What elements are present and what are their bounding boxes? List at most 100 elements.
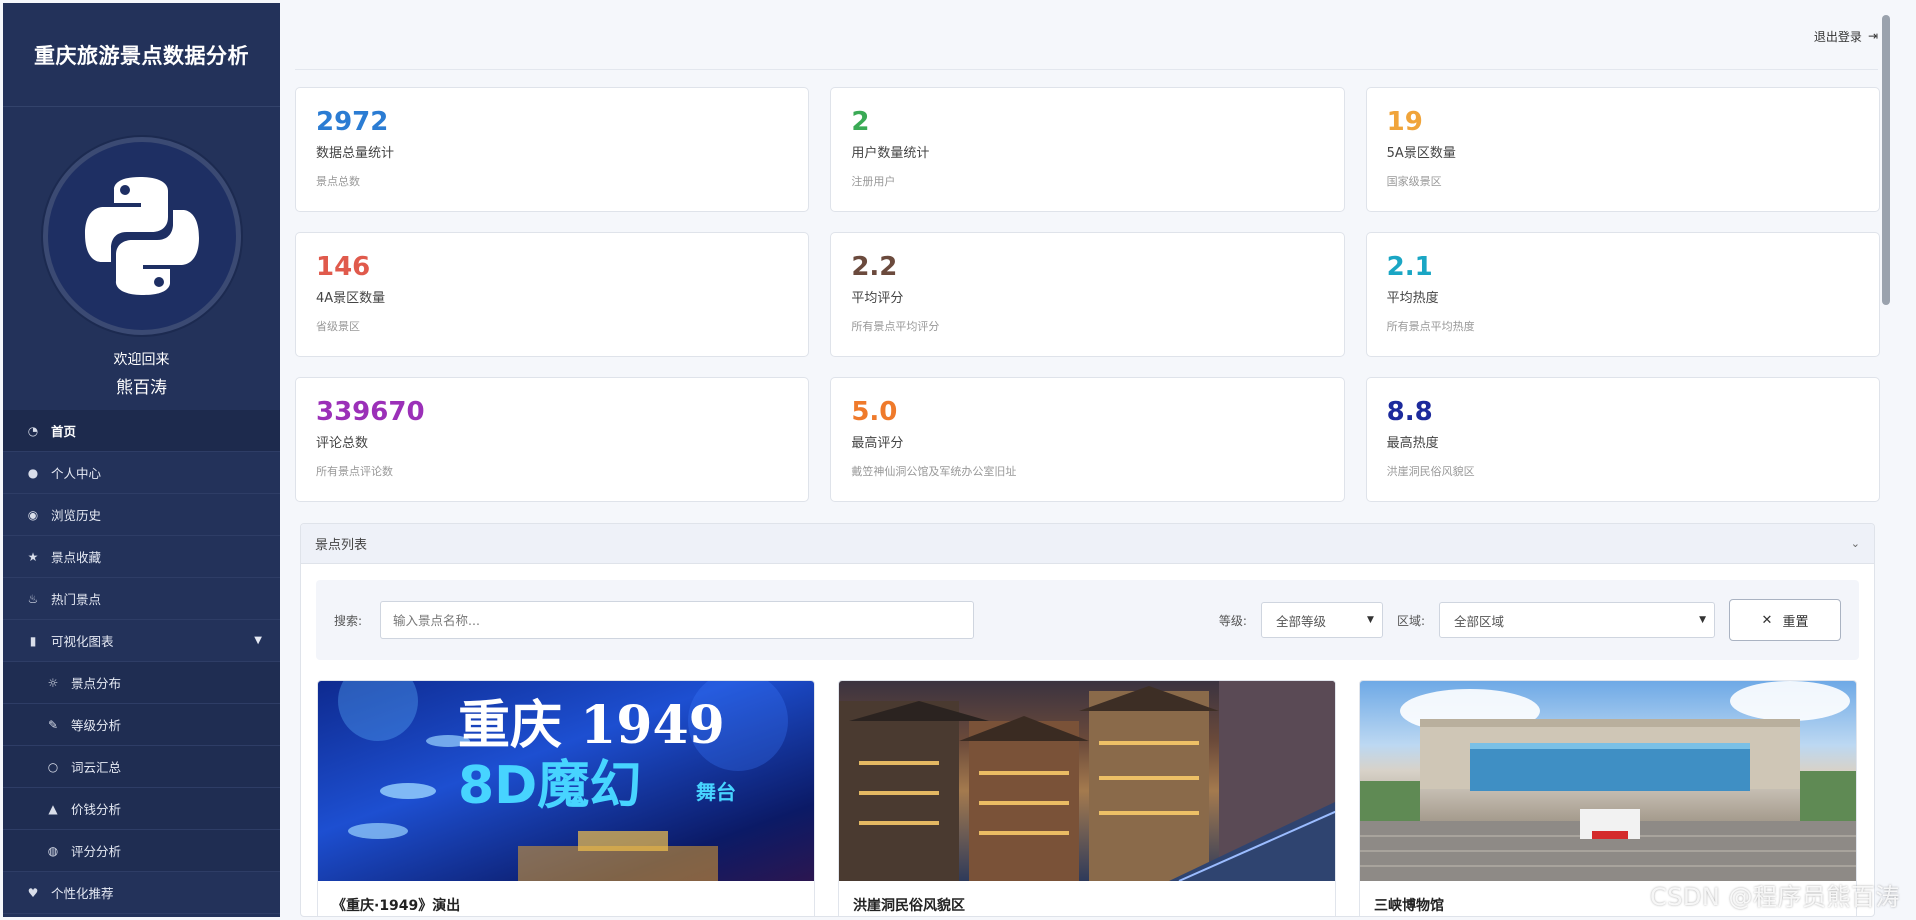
logout-label: 退出登录 [1813, 29, 1862, 44]
stat-sub: 洪崖洞民俗风貌区 [1386, 465, 1475, 478]
sidebar-item-label: 景点收藏 [51, 550, 102, 565]
stat-card-avg-rating: 2.2 平均评分 所有景点平均评分 [830, 232, 1345, 357]
sidebar-item-label: 等级分析 [71, 718, 122, 733]
level-select-value: 全部等级 [1275, 613, 1326, 629]
stat-sub: 景点总数 [316, 175, 360, 188]
chevron-down-icon: ▼ [1699, 615, 1706, 625]
eye-icon: ◉ [27, 507, 39, 522]
spot-image[interactable] [1360, 681, 1856, 881]
region-select[interactable]: 全部区域 ▼ [1439, 602, 1715, 638]
sidebar-item-label: 可视化图表 [51, 634, 114, 649]
sidebar: 重庆旅游景点数据分析 欢迎回来 熊百涛 ◔ 首页 ● 个人中心 ◉ 浏览历史 ★… [3, 3, 280, 917]
spot-grid: 重庆 1949 8D魔幻 舞台 《重庆·1949》演出 洪崖洞民俗风貌区 三峡博… [317, 680, 1874, 916]
stat-sub: 省级景区 [316, 320, 360, 333]
region-label: 区域: [1396, 613, 1425, 628]
stat-card-comments: 339670 评论总数 所有景点评论数 [295, 377, 810, 502]
reset-button[interactable]: ✕ 重置 [1729, 599, 1841, 641]
stat-label: 平均评分 [851, 291, 904, 306]
sidebar-item-distribution[interactable]: ☼ 景点分布 [3, 662, 280, 704]
sidebar-item-level-analysis[interactable]: ✎ 等级分析 [3, 704, 280, 746]
stat-card-total: 2972 数据总量统计 景点总数 [295, 87, 810, 212]
stat-label: 4A景区数量 [316, 291, 386, 306]
sidebar-item-history[interactable]: ◉ 浏览历史 [3, 494, 280, 536]
logout-icon: ⇥ [1867, 29, 1878, 43]
watermark: CSDN @程序员熊百涛 [1649, 883, 1900, 911]
stat-card-max-rating: 5.0 最高评分 戴笠神仙洞公馆及军统办公室旧址 [830, 377, 1345, 502]
svg-text:重庆 1949: 重庆 1949 [458, 695, 725, 756]
panel-header[interactable]: 景点列表 ⌄ [301, 524, 1874, 564]
stat-sub: 所有景点平均评分 [851, 320, 940, 333]
stat-sub: 国家级景区 [1386, 175, 1442, 188]
sidebar-item-recommend[interactable]: ♥ 个性化推荐 [3, 872, 280, 914]
sidebar-item-price-analysis[interactable]: ▲ 价钱分析 [3, 788, 280, 830]
stat-card-4a: 146 4A景区数量 省级景区 [295, 232, 810, 357]
sidebar-item-label: 个人中心 [51, 466, 102, 481]
avatar [42, 137, 241, 335]
stat-value: 2.2 [851, 252, 898, 282]
spot-image[interactable] [839, 681, 1335, 881]
close-icon: ✕ [1761, 612, 1773, 628]
search-input[interactable] [380, 601, 975, 639]
stat-label: 评论总数 [316, 436, 369, 451]
sidebar-item-rating-analysis[interactable]: ◍ 评分分析 [3, 830, 280, 872]
stat-label: 最高评分 [851, 436, 904, 451]
svg-text:舞台: 舞台 [696, 780, 736, 804]
stat-sub: 所有景点评论数 [316, 465, 393, 478]
logout-button[interactable]: 退出登录 ⇥ [1814, 28, 1878, 45]
chevron-down-icon[interactable]: ⌄ [1851, 537, 1860, 550]
python-logo-icon [84, 177, 199, 295]
sidebar-item-label: 浏览历史 [51, 508, 102, 523]
fire-icon: ♨ [27, 591, 39, 606]
chevron-down-icon: ▼ [1367, 615, 1374, 625]
stat-sub: 戴笠神仙洞公馆及军统办公室旧址 [851, 465, 1017, 478]
sidebar-item-label: 价钱分析 [71, 802, 122, 817]
sidebar-item-word-cloud[interactable]: ○ 词云汇总 [3, 746, 280, 788]
welcome-text: 欢迎回来 [113, 352, 170, 368]
graduation-cap-icon: ▲ [48, 801, 58, 816]
stat-value: 339670 [316, 397, 425, 427]
sidebar-item-profile[interactable]: ● 个人中心 [3, 452, 280, 494]
spot-card[interactable]: 重庆 1949 8D魔幻 舞台 《重庆·1949》演出 [317, 680, 815, 916]
username: 熊百涛 [116, 378, 167, 398]
stat-sub: 注册用户 [851, 175, 896, 188]
filter-bar: 搜索: 等级: 全部等级 ▼ 区域: 全部区域 ▼ ✕ 重置 [316, 580, 1859, 660]
app-title: 重庆旅游景点数据分析 [3, 3, 280, 107]
hongyadong-photo-image [839, 681, 1335, 881]
user-icon: ● [27, 465, 39, 480]
level-label: 等级: [1218, 613, 1247, 628]
panel-title: 景点列表 [315, 538, 368, 553]
stat-value: 2 [851, 107, 870, 137]
sidebar-item-home[interactable]: ◔ 首页 [3, 410, 280, 452]
stat-card-5a: 19 5A景区数量 国家级景区 [1365, 87, 1880, 212]
stat-value: 146 [316, 252, 371, 282]
spot-card[interactable]: 洪崖洞民俗风貌区 [838, 680, 1336, 916]
spot-list-panel: 景点列表 ⌄ 搜索: 等级: 全部等级 ▼ 区域: 全部区域 ▼ ✕ 重置 [300, 523, 1875, 917]
level-select[interactable]: 全部等级 ▼ [1260, 602, 1383, 638]
stat-card-users: 2 用户数量统计 注册用户 [830, 87, 1345, 212]
top-bar: 退出登录 ⇥ [295, 3, 1878, 70]
scrollbar[interactable] [1882, 9, 1892, 349]
feather-icon: ✎ [47, 717, 59, 732]
stat-sub: 所有景点平均热度 [1386, 320, 1475, 333]
stats-grid: 2972 数据总量统计 景点总数 2 用户数量统计 注册用户 19 5A景区数量… [295, 87, 1880, 502]
sidebar-item-favorites[interactable]: ★ 景点收藏 [3, 536, 280, 578]
user-profile: 欢迎回来 熊百涛 [3, 107, 280, 410]
globe-icon: ◍ [47, 843, 59, 858]
stat-card-max-heat: 8.8 最高热度 洪崖洞民俗风貌区 [1365, 377, 1880, 502]
stat-value: 8.8 [1386, 397, 1433, 427]
spot-name: 洪崖洞民俗风貌区 [853, 898, 965, 914]
stat-label: 用户数量统计 [851, 146, 930, 161]
svg-text:8D魔幻: 8D魔幻 [458, 756, 641, 816]
region-select-value: 全部区域 [1454, 613, 1505, 629]
sidebar-item-label: 词云汇总 [71, 760, 122, 775]
scrollbar-thumb[interactable] [1882, 15, 1890, 305]
search-label: 搜索: [334, 613, 363, 628]
sidebar-item-charts[interactable]: ▮ 可视化图表 ▼ [3, 620, 280, 662]
sidebar-item-label: 热门景点 [51, 592, 102, 607]
dashboard-icon: ◔ [27, 423, 39, 438]
stat-label: 平均热度 [1386, 291, 1439, 306]
spot-image[interactable]: 重庆 1949 8D魔幻 舞台 [318, 681, 814, 881]
stat-label: 最高热度 [1386, 436, 1439, 451]
sidebar-item-hot-spots[interactable]: ♨ 热门景点 [3, 578, 280, 620]
stat-value: 19 [1386, 107, 1423, 137]
